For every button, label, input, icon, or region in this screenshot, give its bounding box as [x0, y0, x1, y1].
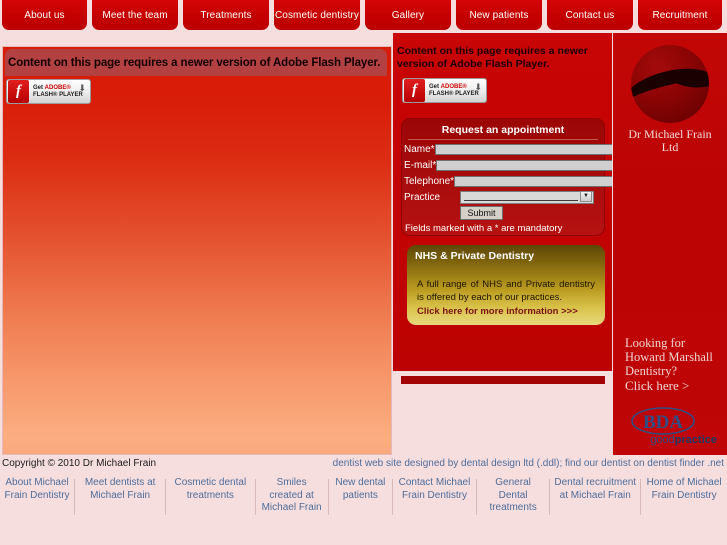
chevron-down-icon[interactable]: ▼ — [580, 190, 592, 202]
nhs-panel-title: NHS & Private Dentistry — [415, 250, 535, 262]
practice-name-line1: Dr Michael Frain — [628, 127, 712, 141]
submit-button[interactable]: Submit — [460, 206, 503, 220]
nav-item-label: Meet the team — [102, 9, 168, 21]
nhs-private-dentistry-panel[interactable]: NHS & Private Dentistry A full range of … — [407, 245, 605, 325]
email-field-label: E-mail* — [404, 159, 437, 171]
flash-badge-player-text: FLASH® PLAYER — [33, 91, 83, 98]
nav-item-recruitment[interactable]: Recruitment — [637, 0, 723, 30]
flash-badge-adobe-text: ADOBE® — [440, 84, 467, 91]
nav-item-label: Recruitment — [652, 9, 708, 21]
telephone-field-label: Telephone* — [404, 175, 455, 187]
content-row: Content on this page requires a newer ve… — [0, 33, 727, 455]
get-adobe-flash-player-button-main[interactable]: f Get ADOBE® FLASH® PLAYER ⬇ — [6, 79, 91, 104]
request-appointment-title: Request an appointment — [408, 124, 598, 140]
howard-click-here-link[interactable]: Click here > — [625, 378, 689, 394]
howard-promo-line3: Dentistry? — [625, 364, 678, 378]
practice-logo-text: Dr Michael Frain Ltd — [613, 128, 727, 153]
request-appointment-form: Request an appointment Name* E-mail* Tel… — [401, 118, 612, 236]
practice-select-value — [464, 199, 578, 201]
flash-logo-icon: f — [8, 80, 29, 103]
name-field-label: Name* — [404, 143, 435, 155]
sidebar-divider — [401, 376, 605, 384]
nav-item-gallery[interactable]: Gallery — [364, 0, 451, 30]
flash-notice-main: Content on this page requires a newer ve… — [5, 49, 387, 76]
howard-promo-line1: Looking for — [625, 336, 686, 350]
flash-badge-adobe-text: ADOBE® — [44, 85, 71, 92]
nav-item-label: Gallery — [391, 9, 425, 21]
footer-links-row: About Michael Frain Dentistry Meet dentis… — [0, 477, 727, 515]
copyright-text: Copyright © 2010 Dr Michael Frain — [2, 458, 157, 469]
flash-notice-sidebar-text: Content on this page requires a newer ve… — [397, 45, 588, 71]
form-row-name: Name* — [402, 142, 612, 156]
nav-item-new-patients[interactable]: New patients — [455, 0, 542, 30]
svg-text:BDA: BDA — [643, 412, 683, 433]
flash-badge-label: Get ADOBE® FLASH® PLAYER — [429, 84, 479, 97]
email-input[interactable] — [436, 159, 612, 171]
flash-notice-main-text: Content on this page requires a newer ve… — [8, 56, 381, 69]
get-adobe-flash-player-button-sidebar[interactable]: f Get ADOBE® FLASH® PLAYER ⬇ — [402, 78, 487, 103]
footer-link[interactable]: New dental patients — [329, 477, 392, 502]
page-root: About us Meet the team Treatments Cosmetic … — [0, 0, 727, 545]
footer-top-row: Copyright © 2010 Dr Michael Frain dentis… — [0, 455, 727, 473]
nav-item-label: Treatments — [200, 9, 252, 21]
nav-item-label: About us — [24, 9, 65, 21]
telephone-input[interactable] — [454, 175, 612, 187]
flash-badge-label: Get ADOBE® FLASH® PLAYER — [33, 85, 83, 98]
nhs-panel-body: A full range of NHS and Private dentistr… — [417, 279, 595, 303]
practice-name-line2: Ltd — [661, 139, 679, 154]
nav-item-cosmetic-dentistry[interactable]: Cosmetic dentistry — [274, 0, 360, 30]
svg-text:goodpractice: goodpractice — [650, 434, 717, 446]
nav-item-about-us[interactable]: About us — [2, 0, 88, 30]
sidebar-middle-column: Content on this page requires a newer ve… — [393, 33, 612, 455]
practice-logo-icon — [631, 45, 709, 123]
nhs-more-information-link[interactable]: Click here for more information >>> — [417, 306, 605, 317]
name-input[interactable] — [434, 143, 612, 155]
footer-link[interactable]: Smiles created at Michael Frain — [255, 477, 327, 515]
bda-logo-svg: BDA goodpractice — [631, 407, 717, 446]
footer-link[interactable]: Home of Michael Frain Dentistry — [641, 477, 727, 502]
nav-item-label: Contact us — [565, 9, 615, 21]
howard-marshall-promo: Looking for Howard Marshall Dentistry? — [625, 336, 725, 378]
top-navigation: About us Meet the team Treatments Cosmetic … — [0, 0, 727, 32]
brand-sidebar: Dr Michael Frain Ltd Looking for Howard … — [613, 33, 727, 455]
download-arrow-icon: ⬇ — [78, 83, 86, 93]
main-flash-stage: Content on this page requires a newer ve… — [2, 46, 392, 455]
nav-item-label: Cosmetic dentistry — [274, 9, 360, 21]
form-row-email: E-mail* — [402, 158, 612, 172]
nav-item-contact-us[interactable]: Contact us — [546, 0, 633, 30]
practice-select[interactable]: ▼ — [460, 190, 594, 204]
flash-badge-player-text: FLASH® PLAYER — [429, 90, 479, 97]
footer-link[interactable]: Dental recruitment at Michael Frain — [550, 477, 640, 502]
footer-link[interactable]: Cosmetic dental treatments — [166, 477, 254, 502]
flash-badge-get-text: Get — [429, 84, 441, 91]
form-row-telephone: Telephone* — [402, 174, 612, 188]
footer-link[interactable]: Meet dentists at Michael Frain — [75, 477, 165, 502]
footer-link[interactable]: About Michael Frain Dentistry — [0, 477, 74, 502]
page-footer: Copyright © 2010 Dr Michael Frain dentis… — [0, 455, 727, 545]
nav-item-meet-the-team[interactable]: Meet the team — [92, 0, 179, 30]
howard-promo-line2: Howard Marshall — [625, 350, 713, 364]
form-row-practice: Practice ▼ — [402, 190, 604, 204]
flash-badge-get-text: Get — [33, 85, 45, 92]
nav-item-label: New patients — [469, 9, 529, 21]
download-arrow-icon: ⬇ — [474, 82, 482, 92]
nav-item-treatments[interactable]: Treatments — [183, 0, 269, 30]
flash-logo-icon: f — [404, 79, 425, 102]
mandatory-fields-note: Fields marked with a * are mandatory — [405, 223, 563, 234]
designer-credit-link[interactable]: dentist web site designed by dental desi… — [333, 458, 724, 469]
footer-link[interactable]: General Dental treatments — [477, 477, 549, 515]
bda-good-practice-logo: BDA goodpractice — [629, 403, 721, 449]
practice-field-label: Practice — [404, 191, 441, 203]
footer-link[interactable]: Contact Michael Frain Dentistry — [393, 477, 476, 502]
